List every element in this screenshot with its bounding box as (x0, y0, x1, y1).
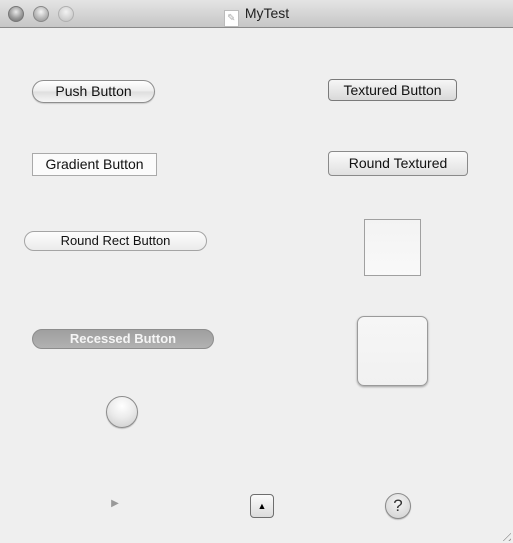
round-textured-button[interactable]: Round Textured (328, 151, 468, 176)
disclosure-button[interactable]: ▲ (250, 494, 274, 518)
square-button[interactable] (364, 219, 421, 276)
resize-grip-icon[interactable] (499, 529, 511, 541)
push-button[interactable]: Push Button (32, 80, 155, 103)
round-button[interactable] (106, 396, 138, 428)
window-title-area: ✎ MyTest (0, 5, 513, 27)
gradient-button[interactable]: Gradient Button (32, 153, 157, 176)
help-button[interactable]: ? (385, 493, 411, 519)
disclosure-triangle[interactable]: ▶ (110, 498, 120, 510)
recessed-button[interactable]: Recessed Button (32, 329, 214, 349)
textured-button[interactable]: Textured Button (328, 79, 457, 101)
bevel-button[interactable] (357, 316, 428, 386)
window-title: MyTest (244, 5, 290, 21)
title-bar: ✎ MyTest (0, 0, 513, 28)
round-rect-button[interactable]: Round Rect Button (24, 231, 207, 251)
document-icon: ✎ (223, 10, 239, 27)
